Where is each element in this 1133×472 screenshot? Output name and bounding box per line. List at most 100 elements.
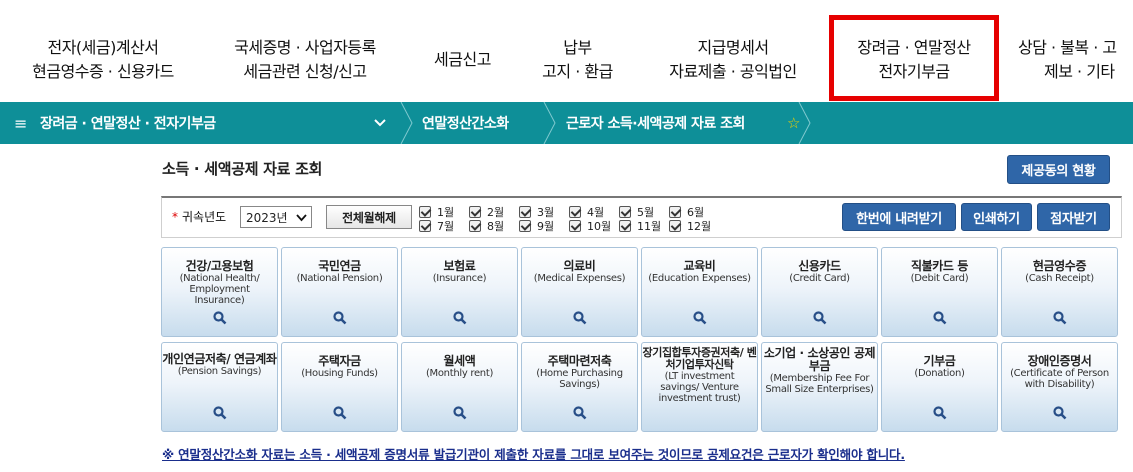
tile-subtitle: (Certificate of Person with Disability): [1010, 368, 1109, 390]
tile-title: 현금영수증: [1032, 259, 1087, 273]
tile-small-enterprise-membership[interactable]: 소기업 · 소상공인 공제부금 (Membership Fee For Smal…: [761, 342, 878, 432]
month-checkbox-12[interactable]: 12월: [669, 219, 711, 233]
search-icon: [933, 406, 947, 420]
nav-label-line1: 지급명세서: [697, 38, 769, 57]
month-checkbox-11[interactable]: 11월: [619, 219, 661, 233]
search-icon: [1053, 406, 1067, 420]
checkbox-checked-icon: [619, 205, 631, 218]
toggle-all-months-button[interactable]: 전체월해제: [326, 205, 412, 229]
nav-item-certificates[interactable]: 국세증명 · 사업자등록 세금관련 신청/신고: [220, 34, 390, 86]
tile-credit-card[interactable]: 신용카드 (Credit Card): [761, 247, 878, 337]
month-checkbox-7[interactable]: 7월: [419, 219, 455, 233]
month-checkbox-10[interactable]: 10월: [569, 219, 611, 233]
month-checkbox-5[interactable]: 5월: [619, 205, 654, 219]
tile-title: 기부금: [923, 354, 956, 368]
checkbox-checked-icon: [669, 219, 681, 232]
search-icon: [813, 311, 827, 325]
month-label: 7월: [437, 219, 455, 233]
top-navigation: 전자(세금)계산서 현금영수증 · 신용카드 국세증명 · 사업자등록 세금관련…: [0, 0, 1133, 102]
nav-item-consultation[interactable]: 상담 · 불복 · 고 제보 · 기타: [1018, 34, 1133, 86]
search-icon: [453, 311, 467, 325]
checkbox-checked-icon: [419, 219, 431, 232]
tile-subtitle: (Cash Receipt): [1025, 273, 1094, 284]
tile-education-expenses[interactable]: 교육비 (Education Expenses): [641, 247, 758, 337]
tile-title: 직불카드 등: [911, 259, 968, 273]
month-checkbox-1[interactable]: 1월: [419, 205, 454, 219]
month-checkbox-8[interactable]: 8월: [469, 219, 505, 233]
year-select-value: 2023년: [246, 210, 288, 225]
chevron-down-icon[interactable]: [374, 102, 386, 144]
month-label: 8월: [487, 219, 505, 233]
tile-donation[interactable]: 기부금 (Donation): [881, 342, 998, 432]
nav-highlight-box: [829, 15, 999, 101]
chevron-down-icon: [296, 210, 307, 227]
year-label: * 귀속년도: [172, 208, 226, 225]
year-select[interactable]: 2023년: [240, 206, 312, 228]
tile-pension-savings[interactable]: 개인연금저축/ 연금계좌 (Pension Savings): [161, 342, 278, 432]
search-icon: [333, 311, 347, 325]
month-checkbox-3[interactable]: 3월: [519, 205, 554, 219]
consent-status-button[interactable]: 제공동의 현황: [1007, 155, 1110, 184]
checkbox-checked-icon: [669, 205, 681, 218]
nav-item-payment-statement[interactable]: 지급명세서 자료제출 · 공익법인: [652, 34, 814, 86]
search-icon: [213, 406, 227, 420]
tile-monthly-rent[interactable]: 월세액 (Monthly rent): [401, 342, 518, 432]
breadcrumb-level2[interactable]: 연말정산간소화: [422, 102, 509, 144]
tile-housing-funds[interactable]: 주택자금 (Housing Funds): [281, 342, 398, 432]
breadcrumb-section[interactable]: 장려금 · 연말정산 · 전자기부금: [40, 102, 216, 144]
nav-item-e-invoice[interactable]: 전자(세금)계산서 현금영수증 · 신용카드: [18, 34, 188, 86]
print-button[interactable]: 인쇄하기: [961, 203, 1032, 231]
tile-subtitle: (Medical Expenses): [533, 273, 626, 284]
breadcrumb-separator: [798, 102, 812, 144]
tile-title: 의료비: [563, 259, 596, 273]
month-checkbox-4[interactable]: 4월: [569, 205, 604, 219]
nav-label-line1: 국세증명 · 사업자등록: [234, 38, 376, 57]
tile-title: 건강/고용보험: [185, 259, 254, 273]
download-all-button[interactable]: 한번에 내려받기: [842, 203, 956, 231]
braille-download-button[interactable]: 점자받기: [1037, 203, 1110, 231]
month-checkbox-6[interactable]: 6월: [669, 205, 704, 219]
nav-label-line2: 자료제출 · 공익법인: [669, 62, 797, 81]
search-icon: [573, 311, 587, 325]
nav-label-line2: 제보 · 기타: [1044, 62, 1115, 81]
year-label-text: 귀속년도: [182, 210, 227, 224]
month-checkbox-9[interactable]: 9월: [519, 219, 555, 233]
tile-subtitle: (Housing Funds): [301, 368, 378, 379]
tile-title: 장기집합투자증권저축/ 벤처기업투자신탁: [642, 346, 757, 371]
tile-health-employment-insurance[interactable]: 건강/고용보험 (National Health/ Employment Ins…: [161, 247, 278, 337]
tile-subtitle: (Monthly rent): [425, 368, 494, 379]
tile-debit-card[interactable]: 직불카드 등 (Debit Card): [881, 247, 998, 337]
page-title: 소득 · 세액공제 자료 조회: [162, 160, 323, 178]
month-checkbox-2[interactable]: 2월: [469, 205, 504, 219]
tile-subtitle: (National Pension): [296, 273, 383, 284]
tile-title: 신용카드: [798, 259, 841, 273]
tile-title: 월세액: [443, 354, 476, 368]
tile-home-purchasing-savings[interactable]: 주택마련저축 (Home Purchasing Savings): [521, 342, 638, 432]
month-label: 9월: [537, 219, 555, 233]
tile-disability-certificate[interactable]: 장애인증명서 (Certificate of Person with Disab…: [1001, 342, 1118, 432]
search-icon: [693, 311, 707, 325]
tile-title: 주택자금: [318, 354, 361, 368]
tile-title: 주택마련저축: [547, 354, 612, 368]
tile-cash-receipt[interactable]: 현금영수증 (Cash Receipt): [1001, 247, 1118, 337]
nav-label-line2: 현금영수증 · 신용카드: [32, 62, 174, 81]
breadcrumb-separator: [543, 102, 557, 144]
search-icon: [933, 311, 947, 325]
nav-item-payment[interactable]: 납부 고지 · 환급: [525, 34, 630, 86]
filter-panel: * 귀속년도 2023년 전체월해제 1월 2월 3월 4월 5월 6월 7월 8…: [161, 196, 1122, 238]
tile-insurance[interactable]: 보험료 (Insurance): [401, 247, 518, 337]
search-icon: [573, 406, 587, 420]
menu-icon[interactable]: ≡: [14, 102, 27, 144]
checkbox-checked-icon: [619, 219, 631, 232]
tile-title: 장애인증명서: [1027, 354, 1092, 368]
nav-label-line2: 세금관련 신청/신고: [243, 62, 367, 81]
tile-medical-expenses[interactable]: 의료비 (Medical Expenses): [521, 247, 638, 337]
tile-subtitle: (Home Purchasing Savings): [536, 368, 623, 390]
tile-lt-investment-savings[interactable]: 장기집합투자증권저축/ 벤처기업투자신탁 (LT investment savi…: [641, 342, 758, 432]
breadcrumb-separator: [400, 102, 414, 144]
tile-subtitle: (Debit Card): [910, 273, 969, 284]
checkbox-checked-icon: [519, 205, 531, 218]
tile-subtitle: (Education Expenses): [648, 273, 751, 284]
nav-item-tax-filing[interactable]: 세금신고: [415, 34, 510, 86]
tile-national-pension[interactable]: 국민연금 (National Pension): [281, 247, 398, 337]
